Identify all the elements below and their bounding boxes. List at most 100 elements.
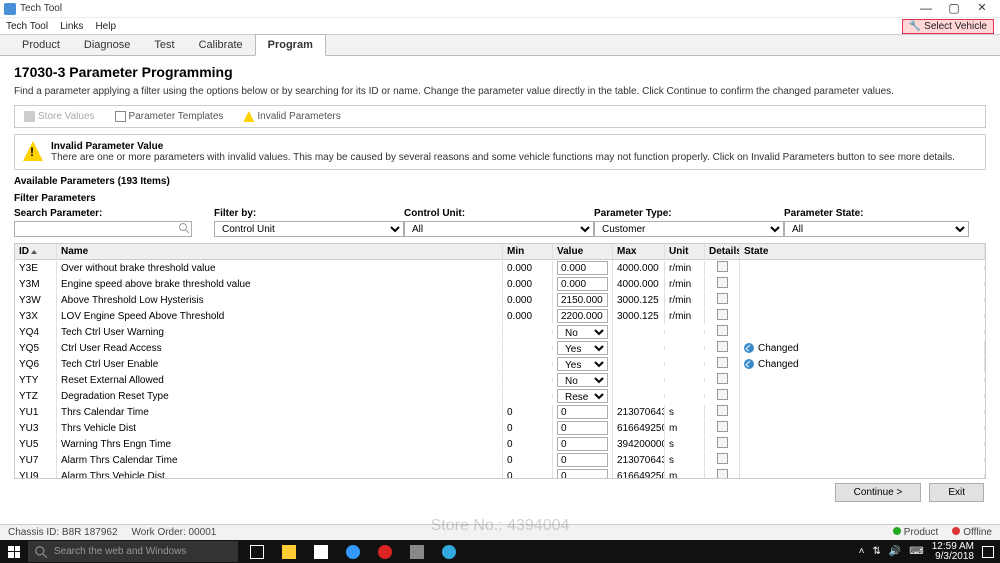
value-input[interactable] xyxy=(557,277,608,291)
col-state[interactable]: State xyxy=(740,244,985,259)
table-row[interactable]: YTZDegradation Reset TypeReset type : xyxy=(15,388,985,404)
warning-body: There are one or more parameters with in… xyxy=(51,152,955,163)
sort-icon xyxy=(31,250,37,254)
table-row[interactable]: YU5Warning Thrs Engn Time0394200000s xyxy=(15,436,985,452)
app-icon-3[interactable] xyxy=(436,541,462,562)
taskbar-search[interactable]: Search the web and Windows xyxy=(28,541,238,562)
cell-name: Thrs Calendar Time xyxy=(57,405,503,420)
task-view-button[interactable] xyxy=(244,541,270,562)
tab-calibrate[interactable]: Calibrate xyxy=(187,35,255,55)
exit-button[interactable]: Exit xyxy=(929,483,984,502)
cell-state xyxy=(740,330,985,334)
table-row[interactable]: YU3Thrs Vehicle Dist0616649250m xyxy=(15,420,985,436)
continue-button[interactable]: Continue > xyxy=(835,483,922,502)
cell-min xyxy=(503,362,553,366)
col-details[interactable]: Details xyxy=(705,244,740,259)
table-row[interactable]: Y3MEngine speed above brake threshold va… xyxy=(15,276,985,292)
app-explorer[interactable] xyxy=(276,541,302,562)
details-icon xyxy=(717,405,728,416)
value-select[interactable]: Yes xyxy=(557,341,608,355)
details-icon xyxy=(717,261,728,272)
tray-chevron-icon[interactable]: ˄ xyxy=(859,546,865,557)
cell-details[interactable] xyxy=(705,467,740,478)
cell-max: 3000.125 xyxy=(613,293,665,308)
table-row[interactable]: YU9Alarm Thrs Vehicle Dist0616649250m xyxy=(15,468,985,478)
value-input[interactable] xyxy=(557,421,608,435)
parameter-type-select[interactable]: Customer xyxy=(594,221,784,237)
warning-icon xyxy=(23,141,43,161)
details-icon xyxy=(717,357,728,368)
store-values-button[interactable]: Store Values xyxy=(18,109,101,124)
warning-panel: Invalid Parameter Value There are one or… xyxy=(14,134,986,170)
app-icon-2[interactable] xyxy=(404,541,430,562)
cell-unit: s xyxy=(665,437,705,452)
value-input[interactable] xyxy=(557,453,608,467)
menu-links[interactable]: Links xyxy=(60,21,83,32)
cell-state xyxy=(740,298,985,302)
table-row[interactable]: YQ4Tech Ctrl User WarningNo xyxy=(15,324,985,340)
minimize-button[interactable]: — xyxy=(912,1,940,17)
col-name[interactable]: Name xyxy=(57,244,503,259)
cell-name: Thrs Vehicle Dist xyxy=(57,421,503,436)
tray-notifications-icon[interactable] xyxy=(982,546,994,558)
details-icon xyxy=(717,469,728,478)
col-min[interactable]: Min xyxy=(503,244,553,259)
table-row[interactable]: YQ6Tech Ctrl User EnableYesChanged xyxy=(15,356,985,372)
button-bar: Continue > Exit xyxy=(14,479,986,506)
value-input[interactable] xyxy=(557,261,608,275)
app-store[interactable] xyxy=(308,541,334,562)
col-value[interactable]: Value xyxy=(553,244,613,259)
col-unit[interactable]: Unit xyxy=(665,244,705,259)
filterby-select[interactable]: Control Unit xyxy=(214,221,404,237)
menu-help[interactable]: Help xyxy=(95,21,116,32)
table-row[interactable]: Y3XLOV Engine Speed Above Threshold0.000… xyxy=(15,308,985,324)
parameter-state-select[interactable]: All xyxy=(784,221,969,237)
table-row[interactable]: Y3WAbove Threshold Low Hysterisis0.00030… xyxy=(15,292,985,308)
value-input[interactable] xyxy=(557,293,608,307)
tab-test[interactable]: Test xyxy=(142,35,186,55)
value-select[interactable]: Reset type : xyxy=(557,389,608,403)
cell-id: YU3 xyxy=(15,421,57,436)
value-select[interactable]: Yes xyxy=(557,357,608,371)
table-row[interactable]: YQ5Ctrl User Read AccessYesChanged xyxy=(15,340,985,356)
col-id[interactable]: ID xyxy=(15,244,57,259)
search-input[interactable] xyxy=(14,221,192,237)
value-input[interactable] xyxy=(557,437,608,451)
cell-state xyxy=(740,266,985,270)
menu-techtool[interactable]: Tech Tool xyxy=(6,21,48,32)
value-select[interactable]: No xyxy=(557,325,608,339)
grid-body: Y3EOver without brake threshold value0.0… xyxy=(15,260,985,478)
details-icon xyxy=(717,325,728,336)
value-input[interactable] xyxy=(557,405,608,419)
close-button[interactable]: ✕ xyxy=(968,1,996,17)
app-ie[interactable] xyxy=(340,541,366,562)
control-unit-select[interactable]: All xyxy=(404,221,594,237)
table-row[interactable]: YU7Alarm Thrs Calendar Time0213070643s xyxy=(15,452,985,468)
tray-volume-icon[interactable]: 🔊 xyxy=(889,546,901,557)
app-icon xyxy=(4,3,16,15)
start-button[interactable] xyxy=(0,540,28,563)
tab-program[interactable]: Program xyxy=(255,34,326,56)
maximize-button[interactable]: ▢ xyxy=(940,1,968,17)
tray-clock[interactable]: 12:59 AM9/3/2018 xyxy=(932,542,974,562)
col-max[interactable]: Max xyxy=(613,244,665,259)
cell-unit: m xyxy=(665,421,705,436)
tray-keyboard-icon[interactable]: ⌨ xyxy=(909,546,923,557)
tab-diagnose[interactable]: Diagnose xyxy=(72,35,142,55)
table-row[interactable]: YTYReset External AllowedNo xyxy=(15,372,985,388)
parameter-templates-button[interactable]: Parameter Templates xyxy=(109,109,230,124)
invalid-parameters-button[interactable]: Invalid Parameters xyxy=(237,109,346,124)
value-input[interactable] xyxy=(557,309,608,323)
warning-title: Invalid Parameter Value xyxy=(51,141,955,152)
cell-value[interactable] xyxy=(553,467,613,478)
table-row[interactable]: Y3EOver without brake threshold value0.0… xyxy=(15,260,985,276)
parameter-state-label: Parameter State: xyxy=(784,208,969,219)
app-icon-1[interactable] xyxy=(372,541,398,562)
select-vehicle-button[interactable]: 🔧Select Vehicle xyxy=(902,19,994,34)
cell-max: 394200000 xyxy=(613,437,665,452)
tray-network-icon[interactable]: ⇅ xyxy=(872,546,880,557)
value-select[interactable]: No xyxy=(557,373,608,387)
value-input[interactable] xyxy=(557,469,608,478)
tab-product[interactable]: Product xyxy=(10,35,72,55)
table-row[interactable]: YU1Thrs Calendar Time0213070643s xyxy=(15,404,985,420)
